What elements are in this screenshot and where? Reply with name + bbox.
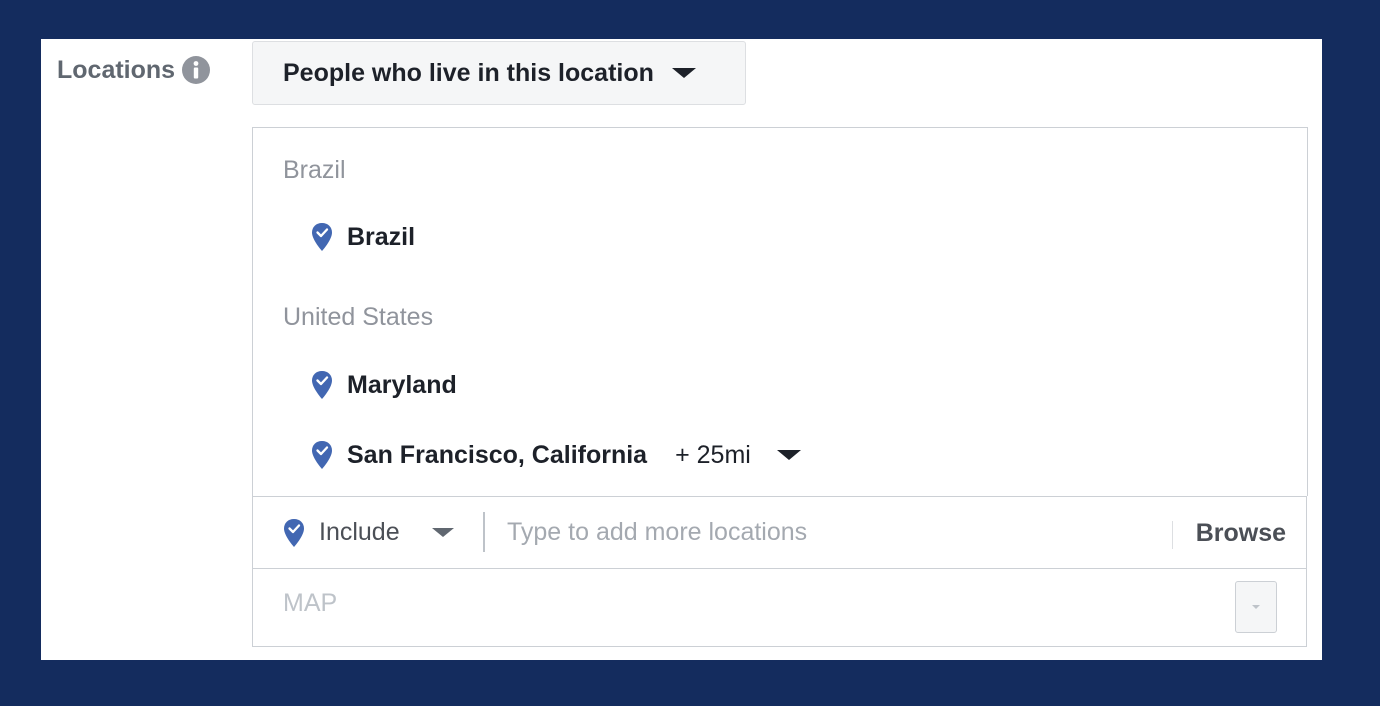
location-search-input[interactable] xyxy=(507,511,1147,553)
audience-type-value: People who live in this location xyxy=(283,58,654,87)
add-location-row: Include Browse xyxy=(252,496,1307,569)
location-name: Maryland xyxy=(347,370,457,399)
map-pin-icon xyxy=(311,370,333,400)
location-name: San Francisco, California xyxy=(347,440,648,469)
divider xyxy=(1172,521,1173,549)
locations-label-row: Locations xyxy=(57,55,211,85)
info-icon[interactable] xyxy=(181,55,211,85)
group-title-united-states: United States xyxy=(283,303,434,331)
browse-button[interactable]: Browse xyxy=(1196,519,1286,548)
locations-panel: Locations People who live in this locati… xyxy=(41,39,1322,660)
map-label: MAP xyxy=(283,589,338,617)
include-exclude-dropdown[interactable]: Include xyxy=(283,497,454,568)
map-section: MAP xyxy=(252,569,1307,647)
map-pin-icon xyxy=(311,440,333,470)
chevron-down-icon xyxy=(671,68,696,78)
map-expand-button[interactable] xyxy=(1235,581,1277,633)
selected-locations-list: Brazil Brazil United States Maryland San… xyxy=(252,127,1308,496)
map-pin-icon xyxy=(283,518,305,548)
location-item-san-francisco[interactable]: San Francisco, California + 25mi xyxy=(311,440,801,470)
group-title-brazil: Brazil xyxy=(283,156,346,184)
divider xyxy=(483,512,485,552)
chevron-down-icon xyxy=(1252,605,1260,609)
map-pin-icon xyxy=(311,222,333,252)
radius-value: + 25mi xyxy=(675,440,751,469)
audience-type-dropdown[interactable]: People who live in this location xyxy=(252,41,746,105)
locations-label: Locations xyxy=(57,55,176,84)
chevron-down-icon xyxy=(776,450,801,460)
location-item-maryland[interactable]: Maryland xyxy=(311,370,457,400)
radius-dropdown[interactable]: + 25mi xyxy=(661,441,801,470)
location-name: Brazil xyxy=(347,222,416,251)
chevron-down-icon xyxy=(431,528,454,537)
location-item-brazil[interactable]: Brazil xyxy=(311,222,415,252)
include-mode-label: Include xyxy=(319,518,400,546)
